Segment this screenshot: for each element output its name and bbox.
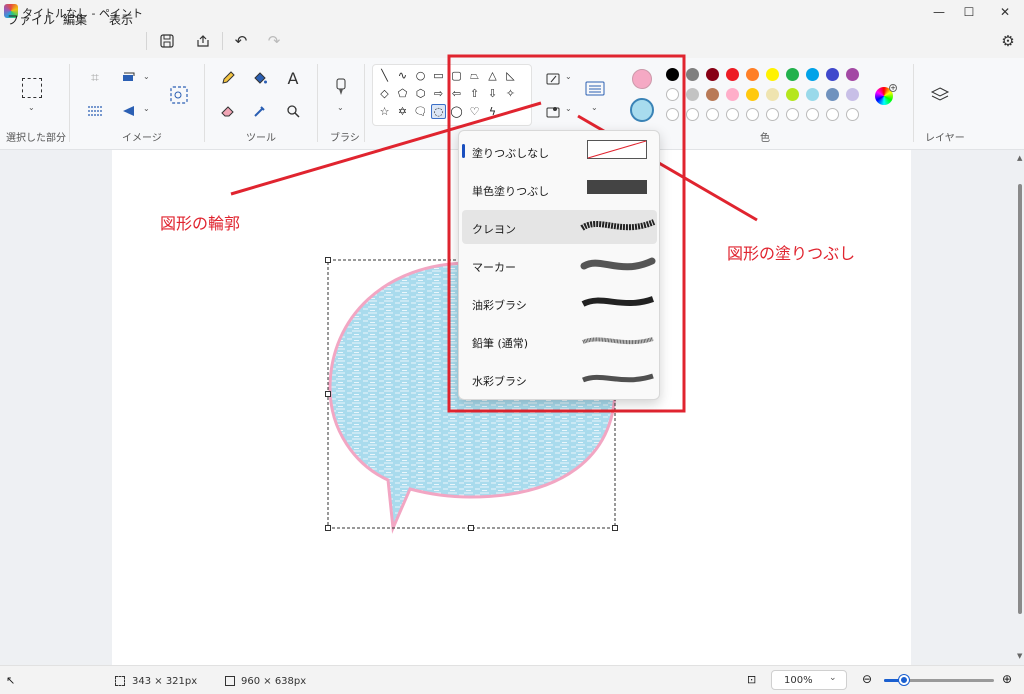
pointer-icon: ↖ — [6, 674, 16, 687]
canvas-size-icon — [225, 676, 235, 686]
fit-to-window-icon[interactable]: ⊡ — [747, 673, 756, 686]
annotation-outline-label: 図形の輪郭 — [160, 214, 241, 233]
palette-custom-slot[interactable] — [846, 108, 859, 121]
palette-custom-slot[interactable] — [826, 108, 839, 121]
palette-swatch[interactable] — [706, 88, 719, 101]
palette-swatch[interactable] — [686, 68, 699, 81]
fill-preview-pencil — [582, 337, 654, 345]
selection-size-icon — [115, 676, 125, 686]
palette-swatch[interactable] — [666, 88, 679, 101]
palette-swatch[interactable] — [766, 68, 779, 81]
palette-custom-slot[interactable] — [726, 108, 739, 121]
palette-swatch[interactable] — [826, 88, 839, 101]
fill-item-none-label: 塗りつぶしなし — [472, 147, 550, 160]
palette-swatch[interactable] — [806, 68, 819, 81]
palette-custom-slot[interactable] — [806, 108, 819, 121]
fill-item-marker-label: マーカー — [472, 261, 516, 274]
fill-preview-crayon — [580, 219, 656, 231]
palette-swatch[interactable] — [706, 68, 719, 81]
fill-item-oil-brush-label: 油彩ブラシ — [472, 299, 527, 312]
fill-preview-marker — [580, 257, 656, 271]
chevron-down-icon[interactable]: ⌄ — [829, 673, 837, 683]
palette-swatch[interactable] — [726, 68, 739, 81]
fill-item-solid-label: 単色塗りつぶし — [472, 185, 550, 198]
palette-custom-slot[interactable] — [766, 108, 779, 121]
zoom-in-icon[interactable]: ⊕ — [1002, 672, 1012, 686]
palette-swatch[interactable] — [746, 88, 759, 101]
palette-swatch[interactable] — [806, 88, 819, 101]
fill-preview-none — [587, 140, 647, 159]
palette-swatch[interactable] — [826, 68, 839, 81]
palette-custom-slot[interactable] — [706, 108, 719, 121]
palette-swatch[interactable] — [846, 68, 859, 81]
palette-custom-slot[interactable] — [666, 108, 679, 121]
fill-preview-solid — [587, 180, 647, 194]
zoom-value: 100% — [784, 675, 813, 686]
palette-swatch[interactable] — [666, 68, 679, 81]
palette-custom-slot[interactable] — [686, 108, 699, 121]
palette-swatch[interactable] — [686, 88, 699, 101]
palette-swatch[interactable] — [726, 88, 739, 101]
palette-swatch[interactable] — [766, 88, 779, 101]
palette-swatch[interactable] — [746, 68, 759, 81]
palette-swatch[interactable] — [786, 88, 799, 101]
fill-item-crayon-label: クレヨン — [472, 223, 516, 236]
palette-custom-slot[interactable] — [786, 108, 799, 121]
selection-size: 343 × 321px — [132, 676, 198, 687]
fill-item-pencil-label: 鉛筆 (通常) — [472, 337, 529, 350]
palette-swatch[interactable] — [846, 88, 859, 101]
canvas-size: 960 × 638px — [241, 676, 307, 687]
fill-preview-oil-brush — [581, 296, 655, 307]
fill-item-watercolor-label: 水彩ブラシ — [472, 375, 527, 388]
fill-preview-watercolor — [582, 373, 654, 383]
zoom-slider-thumb[interactable] — [899, 675, 909, 685]
palette-swatch[interactable] — [786, 68, 799, 81]
annotation-fill-label: 図形の塗りつぶし — [727, 244, 856, 263]
zoom-out-icon[interactable]: ⊖ — [862, 672, 872, 686]
palette-custom-slot[interactable] — [746, 108, 759, 121]
